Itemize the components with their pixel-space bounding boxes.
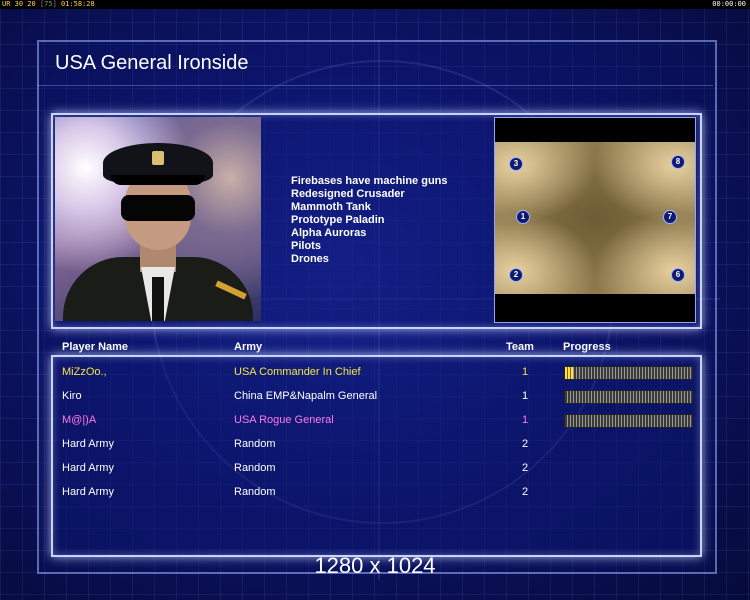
- player-team: 1: [522, 390, 529, 402]
- column-header-army: Army: [234, 341, 263, 353]
- map-preview: 3 8 1 7 2 6: [494, 117, 696, 323]
- portrait-tie: [152, 277, 164, 321]
- player-name: Hard Army: [62, 486, 114, 498]
- player-team: 2: [522, 462, 529, 474]
- feature-item: Alpha Auroras: [291, 227, 367, 239]
- start-position-marker: 8: [671, 155, 685, 169]
- player-team: 1: [522, 366, 529, 378]
- column-header-team: Team: [506, 341, 534, 353]
- start-position-marker: 3: [509, 157, 523, 171]
- status-bar: UR 30 20 [75] 01:58:28 00:00:00: [0, 0, 750, 9]
- resolution-label: 1280 x 1024: [314, 553, 436, 578]
- player-army: USA Rogue General: [234, 414, 334, 426]
- portrait-cap-badge: [152, 151, 164, 165]
- page-title: USA General Ironside: [55, 52, 249, 74]
- start-position-marker: 1: [516, 210, 530, 224]
- player-army: Random: [234, 438, 276, 450]
- status-bracket: [75]: [39, 0, 57, 8]
- start-position-marker: 6: [671, 268, 685, 282]
- table-row: M@|)A USA Rogue General 1: [51, 411, 698, 431]
- status-left: UR 30 20 [75] 01:58:28: [2, 0, 95, 9]
- feature-item: Prototype Paladin: [291, 214, 385, 226]
- start-position-marker: 7: [663, 210, 677, 224]
- player-name: MiZzOo.,: [62, 366, 107, 378]
- player-army: Random: [234, 486, 276, 498]
- player-army: China EMP&Napalm General: [234, 390, 378, 402]
- player-army: USA Commander In Chief: [234, 366, 361, 378]
- start-position-marker: 2: [509, 268, 523, 282]
- general-features-list: Firebases have machine guns Redesigned C…: [291, 175, 448, 266]
- loading-progress-bar: [564, 390, 693, 404]
- feature-item: Drones: [291, 253, 329, 265]
- player-name: Hard Army: [62, 462, 114, 474]
- status-clock: 01:58:28: [61, 0, 95, 8]
- players-table: [51, 355, 702, 557]
- portrait-cap-brim: [111, 175, 205, 185]
- player-team: 2: [522, 486, 529, 498]
- player-name: Kiro: [62, 390, 82, 402]
- progress-fill: [565, 367, 573, 379]
- player-name: M@|)A: [62, 414, 97, 426]
- general-portrait: [55, 117, 261, 321]
- player-army: Random: [234, 462, 276, 474]
- table-row: Hard Army Random 2: [51, 435, 698, 455]
- loading-progress-bar: [564, 414, 693, 428]
- status-counters: UR 30 20: [2, 0, 36, 8]
- table-row: Hard Army Random 2: [51, 483, 698, 503]
- status-timer: 00:00:00: [712, 0, 746, 8]
- feature-item: Mammoth Tank: [291, 201, 371, 213]
- portrait-visor: [121, 195, 195, 221]
- feature-item: Redesigned Crusader: [291, 188, 405, 200]
- table-row: Hard Army Random 2: [51, 459, 698, 479]
- table-row: Kiro China EMP&Napalm General 1: [51, 387, 698, 407]
- column-header-player-name: Player Name: [62, 341, 129, 353]
- column-header-progress: Progress: [563, 341, 611, 353]
- player-team: 1: [522, 414, 529, 426]
- player-name: Hard Army: [62, 438, 114, 450]
- player-team: 2: [522, 438, 529, 450]
- table-row: MiZzOo., USA Commander In Chief 1: [51, 363, 698, 383]
- feature-item: Pilots: [291, 240, 321, 252]
- loading-progress-bar: [564, 366, 693, 380]
- feature-item: Firebases have machine guns: [291, 175, 448, 187]
